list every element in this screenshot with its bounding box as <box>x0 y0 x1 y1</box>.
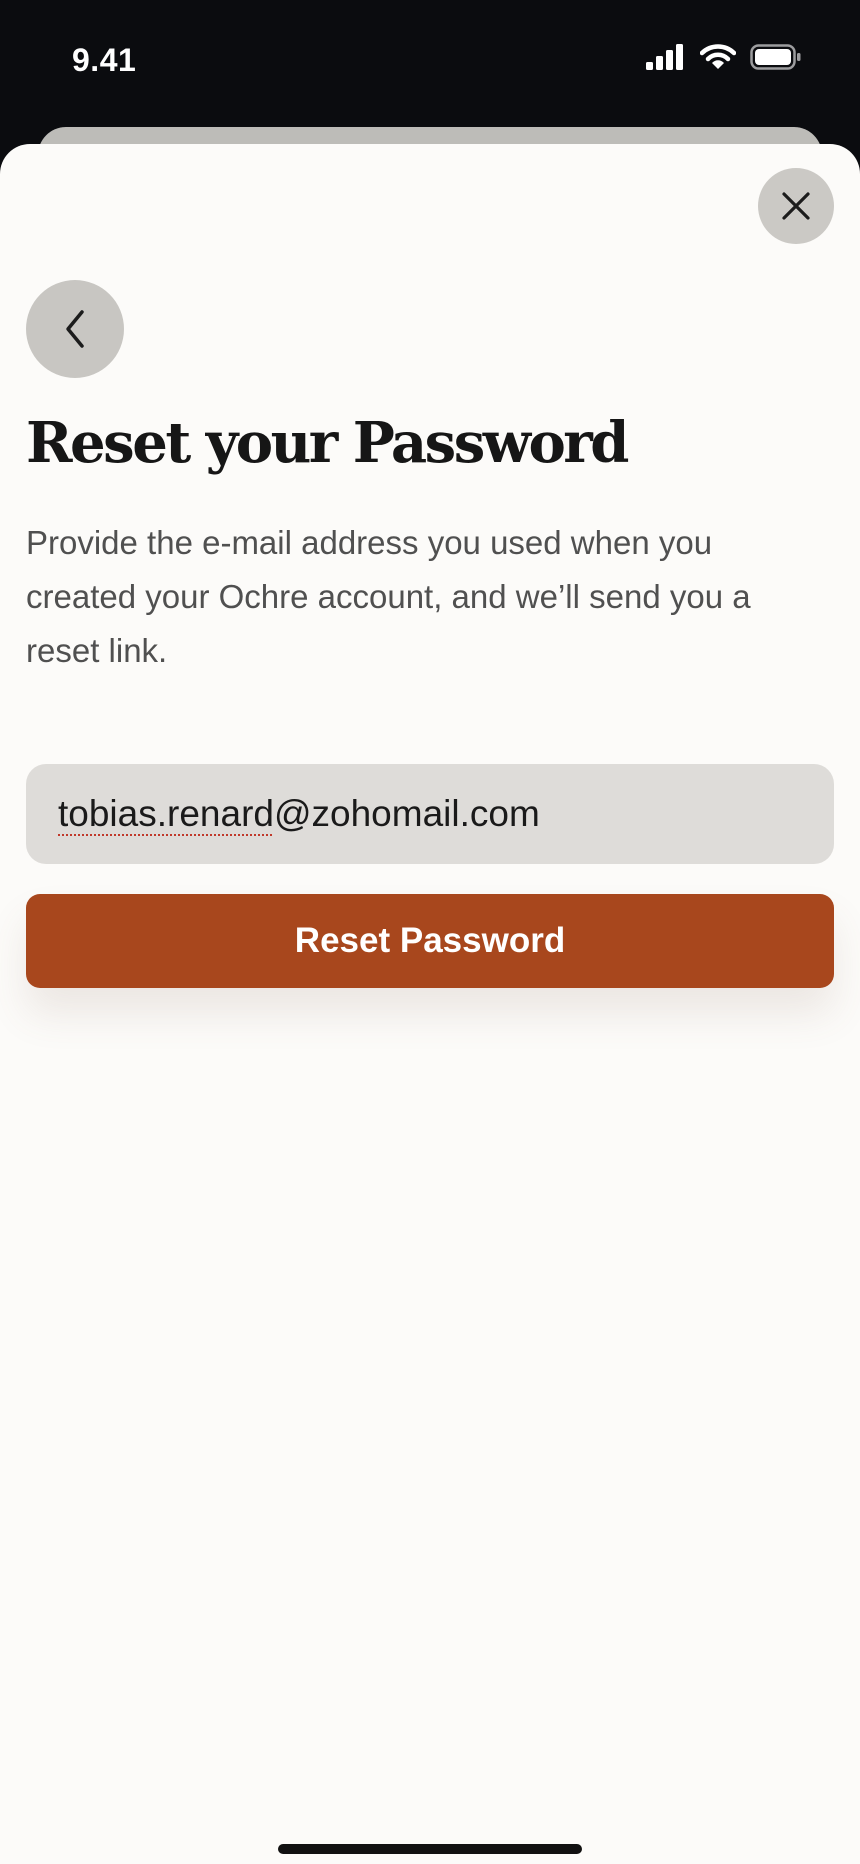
close-icon <box>782 192 810 220</box>
email-value-domain: @zohomail.com <box>273 793 540 834</box>
reset-password-button[interactable]: Reset Password <box>26 894 834 988</box>
status-bar: 9.41 <box>0 0 860 130</box>
battery-icon <box>750 44 801 70</box>
home-indicator <box>278 1844 582 1854</box>
page-title: Reset your Password <box>26 410 629 476</box>
status-time: 9.41 <box>72 42 137 78</box>
page-description: Provide the e-mail address you used when… <box>26 524 751 669</box>
email-field[interactable]: tobias.renard @zohomail.com <box>26 764 834 864</box>
email-value-user: tobias.renard <box>58 793 274 834</box>
signal-icon <box>646 44 683 70</box>
wifi-icon <box>700 44 736 69</box>
close-button[interactable] <box>758 168 834 244</box>
chevron-left-icon <box>66 310 84 348</box>
reset-password-sheet: Reset your Password Provide the e-mail a… <box>0 144 860 1864</box>
back-button[interactable] <box>26 280 124 378</box>
